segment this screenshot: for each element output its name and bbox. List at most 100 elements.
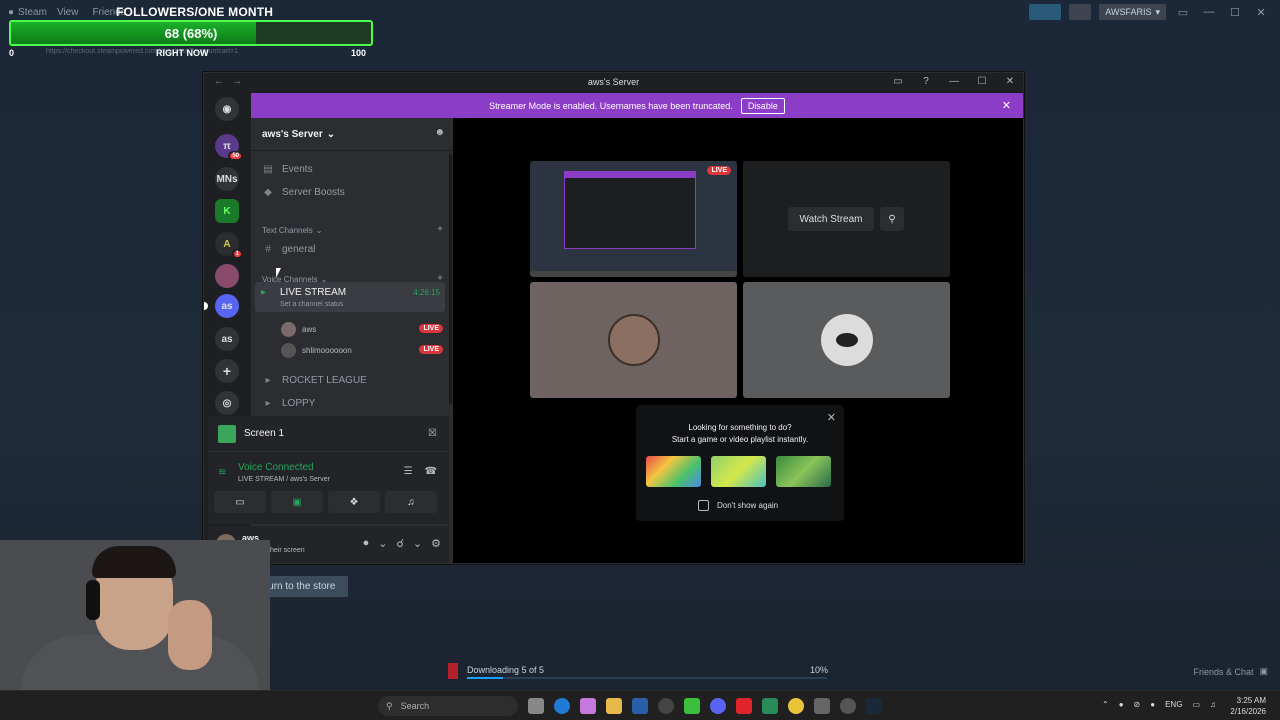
maximize-icon[interactable]: ☐ xyxy=(975,76,989,87)
soundboard-button[interactable]: ♫ xyxy=(385,491,437,513)
settings-icon[interactable] xyxy=(814,698,830,714)
activity-game[interactable] xyxy=(711,456,766,487)
discord-titlebar: ← → aws's Server ▭ ? — ☐ ✕ xyxy=(204,73,1023,93)
voice-member[interactable]: shlimoooooon xyxy=(281,343,352,358)
account-menu[interactable]: AWSFARIS ▾ xyxy=(1099,4,1166,20)
server-icon[interactable]: MNs xyxy=(215,167,239,191)
inbox-icon[interactable]: ▭ xyxy=(891,76,905,87)
network-off-icon[interactable]: ⊘ xyxy=(1134,700,1141,709)
discord-icon[interactable] xyxy=(710,698,726,714)
participant-tile-shlimoooooon[interactable] xyxy=(743,282,950,398)
discord-window: ← → aws's Server ▭ ? — ☐ ✕ ◉ π 50 MNs K … xyxy=(203,72,1024,564)
big-picture-icon[interactable]: ▭ xyxy=(1174,6,1192,19)
watch-options-icon[interactable]: ⚲ xyxy=(880,207,904,231)
discover-icon[interactable]: ◎ xyxy=(215,391,239,415)
close-icon[interactable]: ✕ xyxy=(1003,76,1017,87)
language-indicator[interactable]: ENG xyxy=(1165,700,1182,709)
stream-tile-aws[interactable]: LIVE xyxy=(530,161,737,277)
signal-icon[interactable]: ≋ xyxy=(218,467,226,478)
chrome-icon[interactable] xyxy=(788,698,804,714)
tray-icon[interactable]: ● xyxy=(1119,700,1124,709)
participant-tile-aws[interactable] xyxy=(530,282,737,398)
server-icon-active[interactable]: as xyxy=(204,294,239,318)
stream-tile-other[interactable]: Watch Stream ⚲ xyxy=(743,161,950,277)
avatar xyxy=(608,314,660,366)
server-icon[interactable]: A 1 xyxy=(215,232,243,259)
server-header[interactable]: aws's Server ⌄ ☻ xyxy=(251,118,453,151)
file-explorer-icon[interactable] xyxy=(528,698,544,714)
minimize-icon[interactable]: — xyxy=(1200,6,1218,18)
microphone-icon[interactable]: ● xyxy=(1150,700,1155,709)
volume-icon[interactable]: ♫ xyxy=(1210,700,1216,709)
activity-game-hexa[interactable] xyxy=(646,456,701,487)
screen-share-row[interactable]: Screen 1 ☒ xyxy=(208,416,449,452)
taskbar-clock[interactable]: 3:25 AM 2/16/2026 xyxy=(1230,695,1266,717)
edge-icon[interactable] xyxy=(554,698,570,714)
stop-share-icon[interactable]: ☒ xyxy=(428,428,437,439)
server-icon[interactable]: π 50 xyxy=(215,134,243,161)
events-item[interactable]: ▤ Events xyxy=(262,164,312,175)
disconnect-icon[interactable]: ☎ xyxy=(425,466,437,477)
voice-channel-rocket-league[interactable]: ▸ ROCKET LEAGUE xyxy=(262,375,366,386)
voice-member[interactable]: aws xyxy=(281,322,316,337)
activities-button[interactable]: ❖ xyxy=(328,491,380,513)
channel-status[interactable]: Set a channel status xyxy=(280,301,343,308)
download-status[interactable]: Downloading 5 of 5 10% xyxy=(440,660,840,682)
chevron-up-icon[interactable]: ⌃ xyxy=(1102,700,1109,709)
steam-logo[interactable]: ● Steam xyxy=(8,7,47,18)
gear-icon[interactable]: ⚙ xyxy=(431,537,441,550)
announcement-button[interactable] xyxy=(1029,4,1062,20)
activities-icon: ❖ xyxy=(349,496,359,508)
notification-button[interactable] xyxy=(1069,4,1092,20)
friends-chat-button[interactable]: Friends & Chat ▣ xyxy=(1193,666,1268,677)
voice-connected-label[interactable]: Voice Connected xyxy=(238,462,314,473)
activity-game-chess[interactable] xyxy=(776,456,831,487)
watch-stream-button[interactable]: Watch Stream xyxy=(788,207,874,231)
kick-icon[interactable] xyxy=(684,698,700,714)
store-icon[interactable] xyxy=(632,698,648,714)
camera-off-button[interactable]: ▭ xyxy=(214,491,266,513)
voice-channel-live-stream[interactable]: ▸ LIVE STREAM Set a channel status 4:26:… xyxy=(255,282,445,312)
github-icon[interactable] xyxy=(840,698,856,714)
app-icon[interactable] xyxy=(762,698,778,714)
followers-progress-text: 68 (68%) xyxy=(164,26,218,41)
youtube-icon[interactable] xyxy=(736,698,752,714)
voice-panel: Screen 1 ☒ ≋ Voice Connected LIVE STREAM… xyxy=(208,416,449,524)
noise-suppression-icon[interactable]: ☰ xyxy=(404,466,413,477)
copilot-icon[interactable] xyxy=(580,698,596,714)
server-boosts-item[interactable]: ◆ Server Boosts xyxy=(262,187,345,198)
server-icon[interactable]: as xyxy=(215,327,239,351)
monitor-icon[interactable]: ▭ xyxy=(1192,700,1200,709)
headphones-icon[interactable]: ☌ xyxy=(397,537,404,550)
unread-badge: 50 xyxy=(228,151,243,161)
server-icon[interactable] xyxy=(215,264,239,288)
screen-share-button[interactable]: ▣ xyxy=(271,491,323,513)
voice-channel-path[interactable]: LIVE STREAM / aws's Server xyxy=(238,476,330,483)
dont-show-again-checkbox[interactable]: Don't show again xyxy=(698,500,778,511)
scrollbar[interactable] xyxy=(449,154,452,404)
download-text: Downloading 5 of 5 xyxy=(467,665,545,675)
disable-button[interactable]: Disable xyxy=(740,97,785,114)
discord-home-icon[interactable]: ◉ xyxy=(215,97,239,121)
steam-taskbar-icon[interactable] xyxy=(866,698,882,714)
add-channel-icon[interactable]: + xyxy=(437,224,443,235)
invite-icon[interactable]: ☻ xyxy=(434,127,445,138)
text-channels-category[interactable]: Text Channels ⌄ xyxy=(262,226,322,235)
folder-icon[interactable] xyxy=(606,698,622,714)
server-icon[interactable]: K xyxy=(215,199,239,223)
obs-icon[interactable] xyxy=(658,698,674,714)
chevron-down-icon[interactable]: ⌄ xyxy=(378,537,387,550)
add-server-icon[interactable]: + xyxy=(215,359,239,383)
taskbar-search[interactable]: ⚲ Search xyxy=(378,696,518,716)
chevron-down-icon[interactable]: ⌄ xyxy=(413,537,422,550)
maximize-icon[interactable]: ☐ xyxy=(1226,6,1244,19)
close-icon[interactable]: ✕ xyxy=(1002,99,1011,112)
help-icon[interactable]: ? xyxy=(919,76,933,87)
minimize-icon[interactable]: — xyxy=(947,76,961,87)
channel-general[interactable]: # general xyxy=(262,244,315,255)
microphone-icon[interactable]: ● xyxy=(363,537,370,550)
screen-thumbnail xyxy=(218,424,236,443)
menu-view[interactable]: View xyxy=(57,7,79,18)
close-icon[interactable]: ✕ xyxy=(1252,6,1270,19)
voice-channel-loppy[interactable]: ▸ LOPPY xyxy=(262,398,315,409)
